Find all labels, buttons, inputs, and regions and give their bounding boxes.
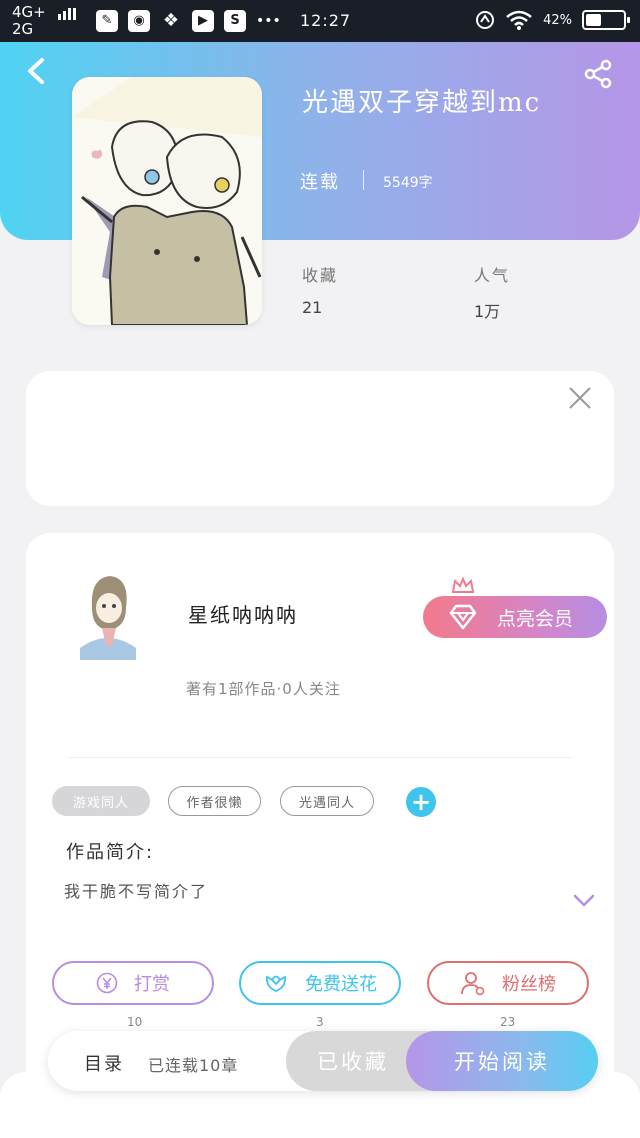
- author-avatar[interactable]: [70, 568, 146, 660]
- share-icon[interactable]: [582, 58, 614, 90]
- start-reading-button[interactable]: 开始阅读: [406, 1031, 598, 1091]
- fan-ranking-button[interactable]: 粉丝榜: [427, 961, 589, 1005]
- flower-icon: [266, 975, 286, 992]
- chapter-progress[interactable]: 已连载10章: [148, 1052, 238, 1076]
- synopsis-text: 我干脆不写简介了: [64, 882, 209, 901]
- back-icon[interactable]: [22, 56, 50, 86]
- favorites-count: 21: [302, 298, 323, 317]
- section-divider: [68, 757, 572, 758]
- chevron-down-icon[interactable]: [572, 892, 596, 910]
- status-divider: [363, 170, 364, 190]
- user-rank-icon: [461, 972, 485, 996]
- tag-author-lazy[interactable]: 作者很懒: [168, 786, 261, 816]
- crown-icon: [451, 576, 475, 593]
- reward-label: 打赏: [134, 974, 170, 995]
- table-of-contents-button[interactable]: 目录: [84, 1050, 124, 1076]
- add-tag-button[interactable]: +: [406, 787, 436, 817]
- s-app-icon: S: [224, 10, 246, 32]
- favorited-label: 已收藏: [317, 1050, 389, 1074]
- battery-percent: 42%: [543, 12, 572, 28]
- author-meta: 著有1部作品·0人关注: [186, 680, 341, 698]
- start-reading-label: 开始阅读: [454, 1050, 550, 1074]
- network-type-secondary: 2G: [12, 20, 34, 38]
- more-notifications-icon: •••: [256, 13, 281, 29]
- fan-ranking-label: 粉丝榜: [502, 974, 556, 995]
- nfc-icon: [476, 11, 495, 29]
- browser-app-icon: ◉: [128, 10, 150, 32]
- tag-game-fanfic[interactable]: 游戏同人: [52, 786, 150, 816]
- vip-label: 点亮会员: [497, 607, 574, 630]
- wifi-icon: [506, 10, 532, 30]
- popularity-label: 人气: [474, 266, 511, 285]
- favorites-label: 收藏: [302, 266, 339, 285]
- cover-illustration: [72, 77, 262, 325]
- notification-icons: ✎ ◉ ❖ ▶ S •••: [96, 10, 281, 32]
- reward-count: 10: [127, 1015, 143, 1029]
- send-flower-label: 免费送花: [305, 974, 377, 995]
- author-name[interactable]: 星纸呐呐呐: [188, 599, 298, 628]
- battery-icon: [582, 10, 630, 30]
- signal-icon: [58, 8, 82, 36]
- tag-sky-fanfic[interactable]: 光遇同人: [280, 786, 374, 816]
- ad-banner-card: [26, 371, 614, 506]
- fan-count: 23: [500, 1015, 516, 1029]
- flower-count: 3: [316, 1015, 324, 1029]
- serial-status: 连载: [300, 172, 340, 193]
- reward-button[interactable]: 打赏: [52, 961, 214, 1005]
- diamond-icon: [449, 604, 477, 630]
- yen-icon: [96, 972, 118, 994]
- popularity-count: 1万: [474, 302, 501, 321]
- book-cover-image[interactable]: [72, 77, 262, 325]
- clock: 12:27: [300, 11, 352, 30]
- video-icon: ▶: [192, 10, 214, 32]
- wechat-icon: ❖: [162, 10, 180, 31]
- synopsis-heading: 作品简介:: [66, 842, 155, 863]
- network-indicator: 4G+ 2G: [12, 4, 46, 38]
- paint-app-icon: ✎: [96, 10, 118, 32]
- close-icon[interactable]: [568, 386, 592, 410]
- word-count: 5549字: [383, 175, 433, 191]
- network-type-primary: 4G+: [12, 3, 46, 21]
- send-flower-button[interactable]: 免费送花: [239, 961, 401, 1005]
- status-bar: 4G+ 2G ✎ ◉ ❖ ▶ S ••• 12:27 42%: [0, 0, 640, 42]
- book-title: 光遇双子穿越到mc: [302, 88, 542, 118]
